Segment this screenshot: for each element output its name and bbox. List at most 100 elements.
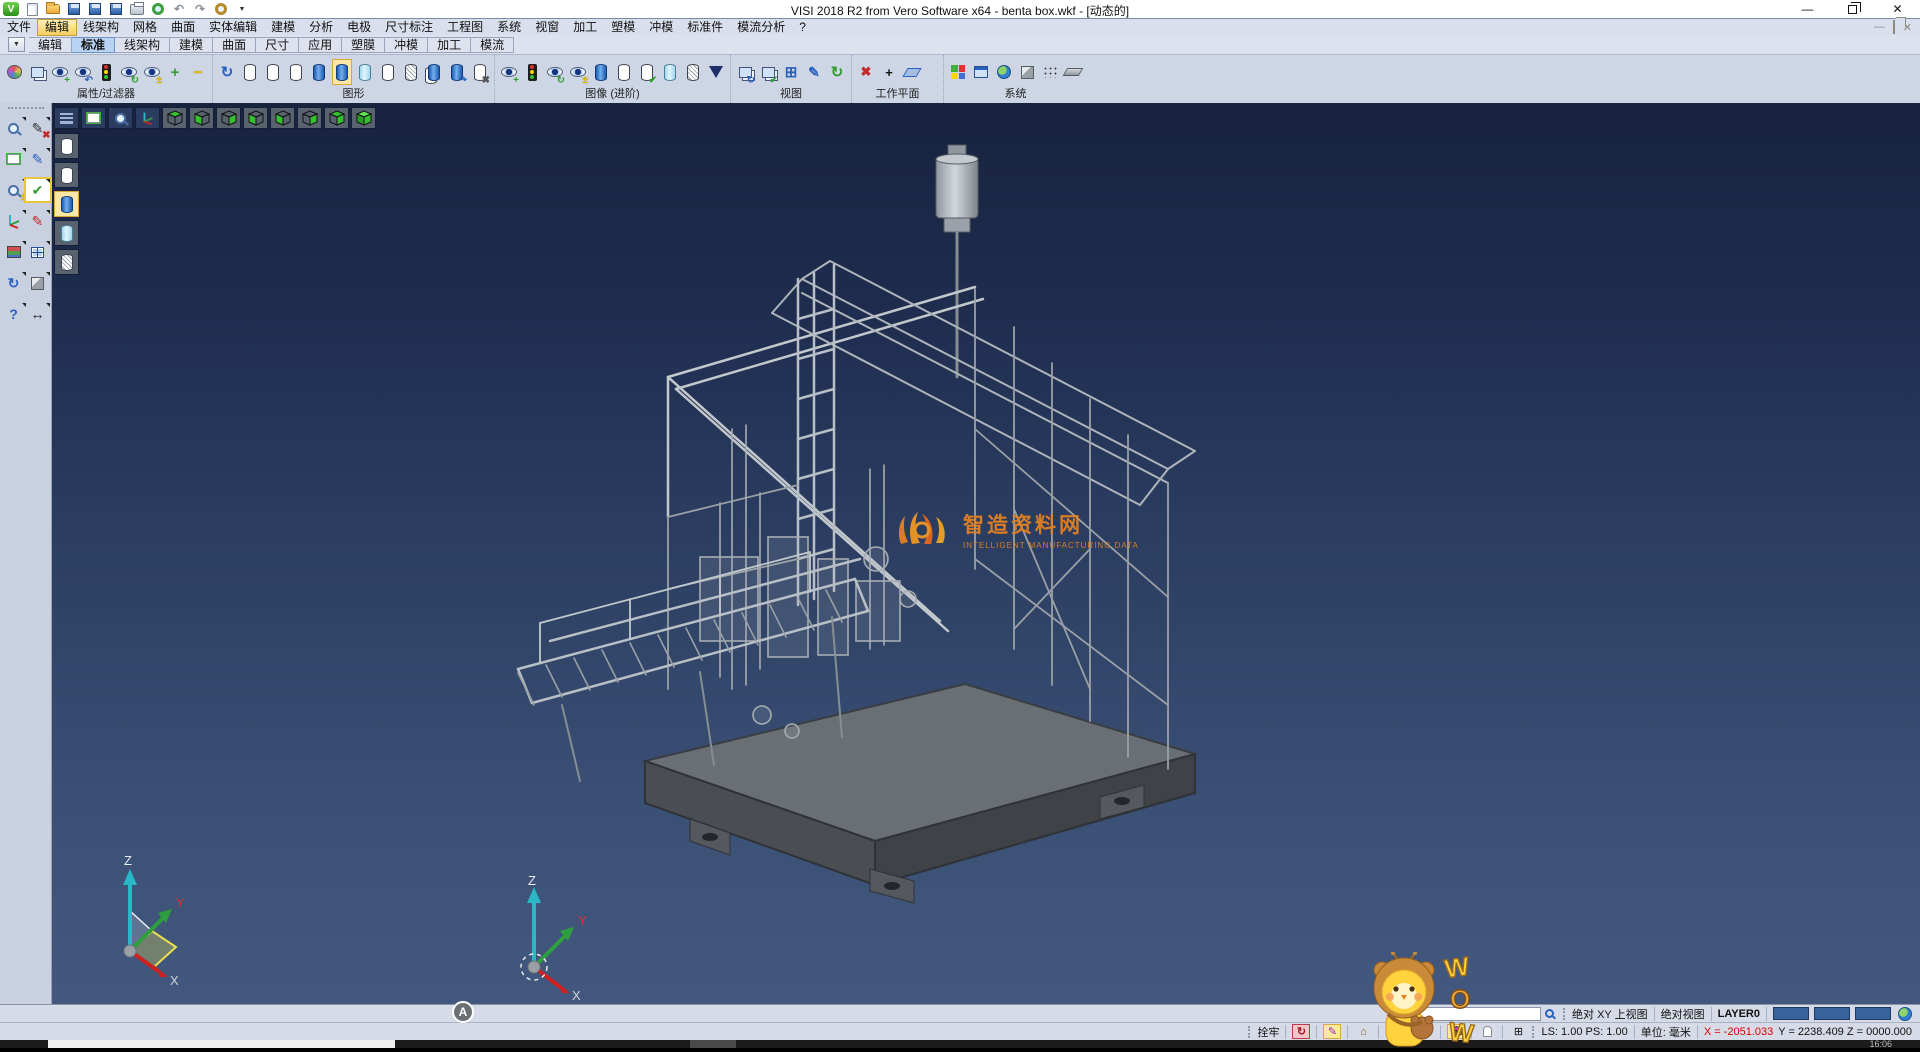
layer-style-6-button[interactable] (355, 59, 375, 85)
redo-button[interactable]: ↷ (192, 2, 208, 16)
save-all-button[interactable] (108, 2, 124, 16)
system-slab-button[interactable] (1063, 59, 1083, 85)
view-left-button[interactable] (270, 107, 295, 129)
view-bottom-button[interactable] (189, 107, 214, 129)
adv-layer-clip-button[interactable] (683, 59, 703, 85)
tile-windows-button[interactable]: ⊞ (1509, 1024, 1527, 1039)
minimize-button[interactable]: — (1785, 0, 1830, 18)
layer-move-button[interactable]: ↷ (447, 59, 467, 85)
view-iso-se-button[interactable] (324, 107, 349, 129)
view-new-window-button[interactable]: ✔ (758, 59, 778, 85)
tab-machining[interactable]: 加工 (428, 37, 471, 53)
window-panes-button[interactable] (26, 241, 50, 263)
layer-color-swatch[interactable] (1855, 1007, 1891, 1020)
view-back-button[interactable] (243, 107, 268, 129)
attribute-books-button[interactable] (2, 241, 26, 263)
3d-viewport[interactable]: 智造资料网 INTELLIGENT MANUFACTURING DATA Z Y… (52, 103, 1920, 1004)
filter-show-add-button[interactable]: + (50, 59, 70, 85)
view-rotate-button[interactable]: ↻ (827, 59, 847, 85)
menu-mould[interactable]: 塑模 (604, 20, 642, 35)
copy-attributes-button[interactable] (27, 59, 47, 85)
tab-mould[interactable]: 塑膜 (342, 37, 385, 53)
view-top-button[interactable] (162, 107, 187, 129)
filter-plusminus-button[interactable]: ± (142, 59, 162, 85)
layer-style-5-button-selected[interactable] (332, 59, 352, 85)
tab-application[interactable]: 应用 (299, 37, 342, 53)
qat-dropdown-button[interactable]: ▼ (234, 2, 250, 16)
tab-standard[interactable]: 标准 (72, 37, 115, 53)
system-raster-button[interactable] (1040, 59, 1060, 85)
menu-surface[interactable]: 曲面 (164, 20, 202, 35)
system-cube-button[interactable] (1017, 59, 1037, 85)
taskbar-window-fragment[interactable] (48, 1040, 395, 1048)
workplane-plane-button[interactable] (902, 59, 922, 85)
open-file-button[interactable] (45, 2, 61, 16)
view-right-button[interactable] (297, 107, 322, 129)
view-orientation-label[interactable]: 绝对 XY 上视图 (1572, 1006, 1648, 1022)
adv-traffic-button[interactable] (522, 59, 542, 85)
layer-style-2-button[interactable] (263, 59, 283, 85)
filter-refresh-button[interactable]: ↻ (119, 59, 139, 85)
mdi-restore-button[interactable] (1893, 21, 1895, 34)
adv-plusminus-button[interactable]: ± (568, 59, 588, 85)
layer-color-swatch[interactable] (1773, 1007, 1809, 1020)
menu-electrode[interactable]: 电极 (340, 20, 378, 35)
adv-layer-cyan-button[interactable] (660, 59, 680, 85)
system-window-button[interactable] (971, 59, 991, 85)
move-origin-button[interactable] (2, 210, 26, 232)
menu-wireframe[interactable]: 线架构 (76, 20, 126, 35)
workplane-axis-button[interactable]: ✖ (856, 59, 876, 85)
view-sketch-button[interactable]: ✎ (804, 59, 824, 85)
adv-show-add-button[interactable]: + (499, 59, 519, 85)
taskbar-item-fragment[interactable] (690, 1040, 736, 1048)
menu-dimension[interactable]: 尺寸标注 (378, 20, 440, 35)
menu-progress[interactable]: 冲模 (642, 20, 680, 35)
help-button[interactable]: ? (2, 303, 26, 325)
view-isometric-button[interactable] (351, 107, 376, 129)
preview-button[interactable] (150, 2, 166, 16)
new-file-button[interactable] (24, 2, 40, 16)
save-button[interactable] (66, 2, 82, 16)
tab-progress[interactable]: 冲模 (385, 37, 428, 53)
undo-button[interactable]: ↶ (171, 2, 187, 16)
solid-cube-button[interactable] (26, 272, 50, 294)
fit-view-button[interactable] (2, 148, 26, 170)
snap-lock-label[interactable]: 拴牢 (1257, 1024, 1279, 1040)
zoom-search-button[interactable] (2, 117, 26, 139)
workplane-compass-button[interactable]: + (879, 59, 899, 85)
tab-edit[interactable]: 编辑 (29, 37, 72, 53)
menu-modeling[interactable]: 建模 (264, 20, 302, 35)
adv-layer-check-button[interactable]: ✔ (637, 59, 657, 85)
layer-tools-button[interactable]: ✖ (470, 59, 490, 85)
tab-dimension[interactable]: 尺寸 (256, 37, 299, 53)
attribute-palette-button[interactable] (4, 59, 24, 85)
tab-flow[interactable]: 模流 (471, 37, 514, 53)
menu-help[interactable]: ? (792, 20, 813, 35)
filter-remove-button[interactable]: − (188, 59, 208, 85)
system-globe-button[interactable] (994, 59, 1014, 85)
menu-solid-edit[interactable]: 实体编辑 (202, 20, 264, 35)
menu-mesh[interactable]: 网格 (126, 20, 164, 35)
view-grid-button[interactable]: ⊞ (781, 59, 801, 85)
view-refresh-button[interactable]: ↻ (735, 59, 755, 85)
draw-curve-button[interactable]: ✎ (26, 210, 50, 232)
strip-layer-3-button-selected[interactable] (54, 191, 79, 217)
zoom-extents-button[interactable]: ± (2, 179, 26, 201)
view-menu-button[interactable] (54, 107, 79, 129)
snap-disable-button[interactable]: ↻ (1292, 1024, 1310, 1039)
adv-filter-funnel-button[interactable] (706, 59, 726, 85)
strip-layer-1-button[interactable] (54, 133, 79, 159)
system-colors-button[interactable] (948, 59, 968, 85)
restore-button[interactable] (1830, 0, 1875, 18)
status-search-icon[interactable] (1545, 1009, 1554, 1018)
save-as-button[interactable] (87, 2, 103, 16)
view-zoom-button[interactable] (108, 107, 133, 129)
layer-style-3-button[interactable] (286, 59, 306, 85)
toolbar-grip[interactable] (8, 107, 44, 111)
layer-copy-button[interactable] (424, 59, 444, 85)
menu-file[interactable]: 文件 (0, 20, 38, 35)
menu-analysis[interactable]: 分析 (302, 20, 340, 35)
menu-system[interactable]: 系统 (490, 20, 528, 35)
strip-layer-5-button[interactable] (54, 249, 79, 275)
close-button[interactable]: ✕ (1875, 0, 1920, 18)
